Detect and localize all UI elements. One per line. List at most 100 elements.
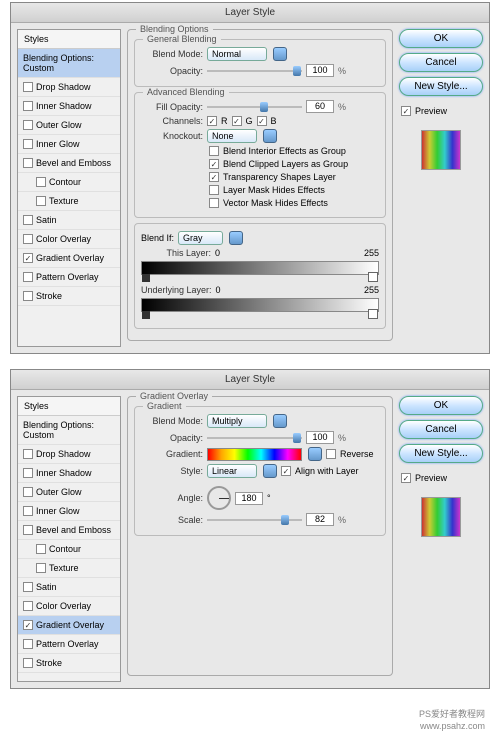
gradient-picker[interactable] [207, 448, 302, 461]
adv-opt-checkbox[interactable] [209, 146, 219, 156]
scale-value[interactable]: 82 [306, 513, 334, 526]
style-checkbox[interactable] [36, 563, 46, 573]
styles-item[interactable]: Stroke [18, 654, 120, 673]
adv-opt-checkbox[interactable] [209, 185, 219, 195]
styles-item[interactable]: Outer Glow [18, 483, 120, 502]
angle-value[interactable]: 180 [235, 492, 263, 505]
styles-item[interactable]: Texture [18, 559, 120, 578]
under-layer-gradient[interactable] [141, 298, 379, 312]
style-checkbox[interactable] [23, 120, 33, 130]
style-checkbox[interactable] [23, 658, 33, 668]
styles-item[interactable]: Inner Shadow [18, 97, 120, 116]
ok-button[interactable]: OK [399, 29, 483, 48]
styles-item[interactable]: Drop Shadow [18, 445, 120, 464]
style-checkbox[interactable] [23, 158, 33, 168]
dropdown-icon[interactable] [229, 231, 243, 245]
preview-swatch [421, 497, 461, 537]
channel-g-checkbox[interactable] [232, 116, 242, 126]
reverse-checkbox[interactable] [326, 449, 336, 459]
styles-item[interactable]: Stroke [18, 287, 120, 306]
styles-item[interactable]: Texture [18, 192, 120, 211]
channel-g-label: G [246, 116, 253, 126]
cancel-button[interactable]: Cancel [399, 53, 483, 72]
style-checkbox[interactable] [23, 234, 33, 244]
styles-item[interactable]: Inner Shadow [18, 464, 120, 483]
fill-opacity-value[interactable]: 60 [306, 100, 334, 113]
opacity-value[interactable]: 100 [306, 64, 334, 77]
section-title: Blending Options [136, 24, 213, 34]
ok-button[interactable]: OK [399, 396, 483, 415]
channel-r-checkbox[interactable] [207, 116, 217, 126]
styles-header: Styles [18, 30, 120, 49]
opacity-slider[interactable] [207, 433, 302, 443]
style-checkbox[interactable] [23, 253, 33, 263]
styles-item[interactable]: Inner Glow [18, 135, 120, 154]
align-checkbox[interactable] [281, 466, 291, 476]
scale-slider[interactable] [207, 515, 302, 525]
styles-item[interactable]: Drop Shadow [18, 78, 120, 97]
styles-item[interactable]: Blending Options: Custom [18, 416, 120, 445]
style-checkbox[interactable] [36, 177, 46, 187]
dropdown-icon[interactable] [263, 464, 277, 478]
style-checkbox[interactable] [36, 196, 46, 206]
style-checkbox[interactable] [23, 487, 33, 497]
dropdown-icon[interactable] [308, 447, 322, 461]
styles-item[interactable]: Color Overlay [18, 230, 120, 249]
new-style-button[interactable]: New Style... [399, 77, 483, 96]
preview-label: Preview [415, 106, 447, 116]
style-checkbox[interactable] [23, 101, 33, 111]
blend-mode-select[interactable]: Multiply [207, 414, 267, 428]
this-layer-gradient[interactable] [141, 261, 379, 275]
fill-opacity-slider[interactable] [207, 102, 302, 112]
new-style-button[interactable]: New Style... [399, 444, 483, 463]
style-checkbox[interactable] [23, 82, 33, 92]
styles-item[interactable]: Contour [18, 540, 120, 559]
styles-item[interactable]: Gradient Overlay [18, 249, 120, 268]
channel-b-checkbox[interactable] [257, 116, 267, 126]
styles-item[interactable]: Satin [18, 578, 120, 597]
options-main: Gradient Overlay Gradient Blend Mode: Mu… [127, 396, 393, 682]
style-checkbox[interactable] [23, 525, 33, 535]
styles-item[interactable]: Blending Options: Custom [18, 49, 120, 78]
style-checkbox[interactable] [23, 506, 33, 516]
adv-opt-checkbox[interactable] [209, 198, 219, 208]
opacity-slider[interactable] [207, 66, 302, 76]
angle-dial[interactable] [207, 486, 231, 510]
style-checkbox[interactable] [23, 272, 33, 282]
opacity-value[interactable]: 100 [306, 431, 334, 444]
cancel-button[interactable]: Cancel [399, 420, 483, 439]
styles-item[interactable]: Inner Glow [18, 502, 120, 521]
preview-checkbox[interactable] [401, 473, 411, 483]
blendif-select[interactable]: Gray [178, 231, 223, 245]
styles-list: Styles Blending Options: CustomDrop Shad… [17, 396, 121, 682]
styles-item[interactable]: Pattern Overlay [18, 635, 120, 654]
styles-item[interactable]: Bevel and Emboss [18, 154, 120, 173]
styles-item[interactable]: Bevel and Emboss [18, 521, 120, 540]
style-checkbox[interactable] [23, 468, 33, 478]
adv-opt-checkbox[interactable] [209, 159, 219, 169]
style-checkbox[interactable] [23, 449, 33, 459]
style-checkbox[interactable] [23, 601, 33, 611]
blend-mode-select[interactable]: Normal [207, 47, 267, 61]
styles-item[interactable]: Pattern Overlay [18, 268, 120, 287]
styles-item[interactable]: Satin [18, 211, 120, 230]
styles-item[interactable]: Gradient Overlay [18, 616, 120, 635]
pct-label: % [338, 433, 346, 443]
style-checkbox[interactable] [23, 291, 33, 301]
styles-item[interactable]: Contour [18, 173, 120, 192]
style-checkbox[interactable] [23, 139, 33, 149]
preview-checkbox[interactable] [401, 106, 411, 116]
style-checkbox[interactable] [23, 215, 33, 225]
style-checkbox[interactable] [23, 620, 33, 630]
style-checkbox[interactable] [36, 544, 46, 554]
style-checkbox[interactable] [23, 639, 33, 649]
knockout-select[interactable]: None [207, 129, 257, 143]
styles-item[interactable]: Color Overlay [18, 597, 120, 616]
styles-item[interactable]: Outer Glow [18, 116, 120, 135]
adv-opt-checkbox[interactable] [209, 172, 219, 182]
dropdown-icon[interactable] [263, 129, 277, 143]
dropdown-icon[interactable] [273, 414, 287, 428]
dropdown-icon[interactable] [273, 47, 287, 61]
style-select[interactable]: Linear [207, 464, 257, 478]
style-checkbox[interactable] [23, 582, 33, 592]
